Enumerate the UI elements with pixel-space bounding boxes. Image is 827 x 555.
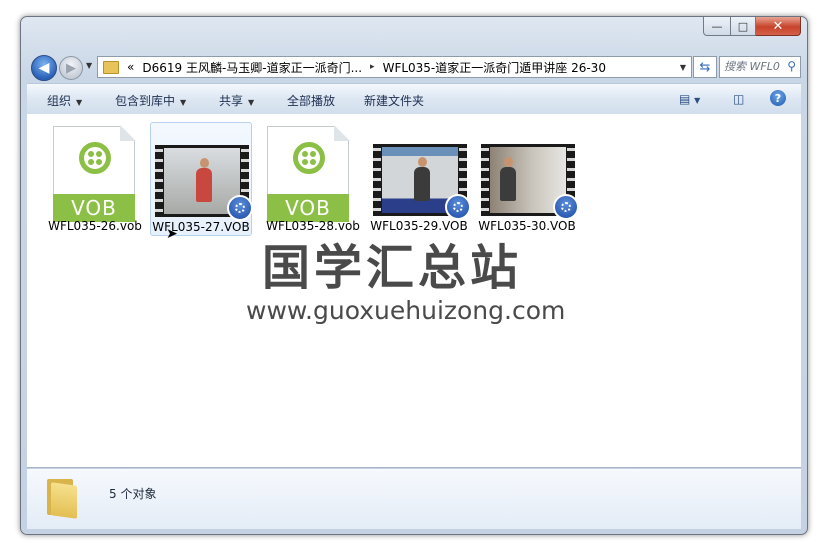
refresh-icon: ⇆ [699, 59, 711, 75]
address-dropdown-icon[interactable]: ▼ [680, 63, 686, 72]
video-thumbnail [373, 144, 471, 220]
search-icon[interactable]: ⚲ [787, 59, 796, 73]
folder-icon [47, 479, 77, 519]
watermark-chinese: 国学汇总站 [262, 240, 523, 296]
new-folder-button[interactable]: 新建文件夹 [364, 92, 424, 109]
breadcrumb-separator-icon[interactable]: ▸ [370, 62, 375, 72]
file-item[interactable]: WFL035-29.VOB [369, 122, 471, 234]
mouse-cursor-icon: ➤ [166, 226, 178, 242]
file-item[interactable]: WFL035-30.VOB [477, 122, 579, 234]
video-thumbnail [155, 145, 253, 221]
file-item[interactable]: VOB WFL035-26.vob [45, 122, 145, 234]
share-menu[interactable]: 共享 ▼ [219, 92, 254, 109]
chevron-down-icon: ▼ [694, 96, 701, 105]
search-input[interactable] [724, 59, 780, 73]
breadcrumb-parent[interactable]: D6619 王风麟-马玉卿-道家正一派奇门... [142, 59, 362, 76]
chevron-down-icon: ▼ [180, 98, 187, 107]
organize-label: 组织 [47, 94, 72, 108]
vob-file-icon: VOB [53, 125, 136, 222]
breadcrumb-overflow-chevron[interactable]: « [127, 60, 134, 74]
recent-pages-button[interactable]: ▼ [86, 61, 92, 70]
preview-pane-button[interactable]: ◫ [733, 92, 744, 106]
media-player-icon [445, 194, 471, 220]
file-name: WFL035-26.vob [48, 219, 142, 233]
close-icon: ✕ [772, 18, 784, 34]
chevron-down-icon: ▼ [248, 98, 255, 107]
minimize-icon: — [711, 19, 723, 33]
help-button[interactable]: ? [770, 90, 786, 106]
watermark-url: www.guoxuehuizong.com [246, 296, 566, 325]
help-icon: ? [774, 91, 782, 105]
media-player-icon [227, 195, 253, 221]
play-all-button[interactable]: 全部播放 [287, 92, 335, 109]
maximize-button[interactable]: □ [731, 17, 756, 36]
include-in-library-menu[interactable]: 包含到库中 ▼ [115, 92, 186, 109]
minimize-button[interactable]: — [703, 17, 731, 36]
folder-icon [103, 60, 119, 74]
arrow-left-icon: ◀ [38, 60, 50, 76]
refresh-button[interactable]: ⇆ [693, 56, 717, 78]
address-bar[interactable]: « D6619 王风麟-马玉卿-道家正一派奇门... ▸ WFL035-道家正一… [97, 56, 692, 78]
share-label: 共享 [219, 94, 244, 108]
view-icon: ▤ [679, 92, 691, 106]
file-item[interactable]: VOB WFL035-28.vob [263, 122, 363, 234]
include-in-library-label: 包含到库中 [115, 94, 176, 108]
close-button[interactable]: ✕ [756, 17, 801, 36]
caption-buttons: — □ ✕ [703, 17, 801, 36]
chevron-down-icon: ▼ [76, 98, 83, 107]
vob-file-icon: VOB [267, 125, 350, 222]
change-view-button[interactable]: ▤ ▼ [679, 92, 700, 106]
search-box[interactable]: ⚲ [719, 56, 801, 78]
back-button[interactable]: ◀ [31, 55, 57, 81]
preview-pane-icon: ◫ [733, 92, 745, 106]
file-name: WFL035-27.VOB [152, 220, 250, 234]
breadcrumb-current[interactable]: WFL035-道家正一派奇门遁甲讲座 26-30 [383, 59, 606, 76]
organize-menu[interactable]: 组织 ▼ [47, 92, 82, 109]
item-count: 5 个对象 [109, 487, 157, 501]
command-bar: 组织 ▼ 包含到库中 ▼ 共享 ▼ 全部播放 新建文件夹 ▤ ▼ ◫ ? [27, 83, 801, 115]
details-pane: 5 个对象 [27, 469, 801, 529]
forward-button[interactable]: ▶ [59, 56, 83, 80]
media-player-icon [553, 194, 579, 220]
vob-badge-text: VOB [53, 194, 135, 222]
maximize-icon: □ [737, 19, 749, 33]
vob-badge-text: VOB [267, 194, 349, 222]
file-item[interactable]: WFL035-27.VOB [150, 122, 253, 236]
video-thumbnail [481, 144, 579, 220]
arrow-right-icon: ▶ [66, 60, 76, 76]
navigation-bar: ◀ ▶ ▼ « D6619 王风麟-马玉卿-道家正一派奇门... ▸ WFL03… [29, 53, 801, 81]
